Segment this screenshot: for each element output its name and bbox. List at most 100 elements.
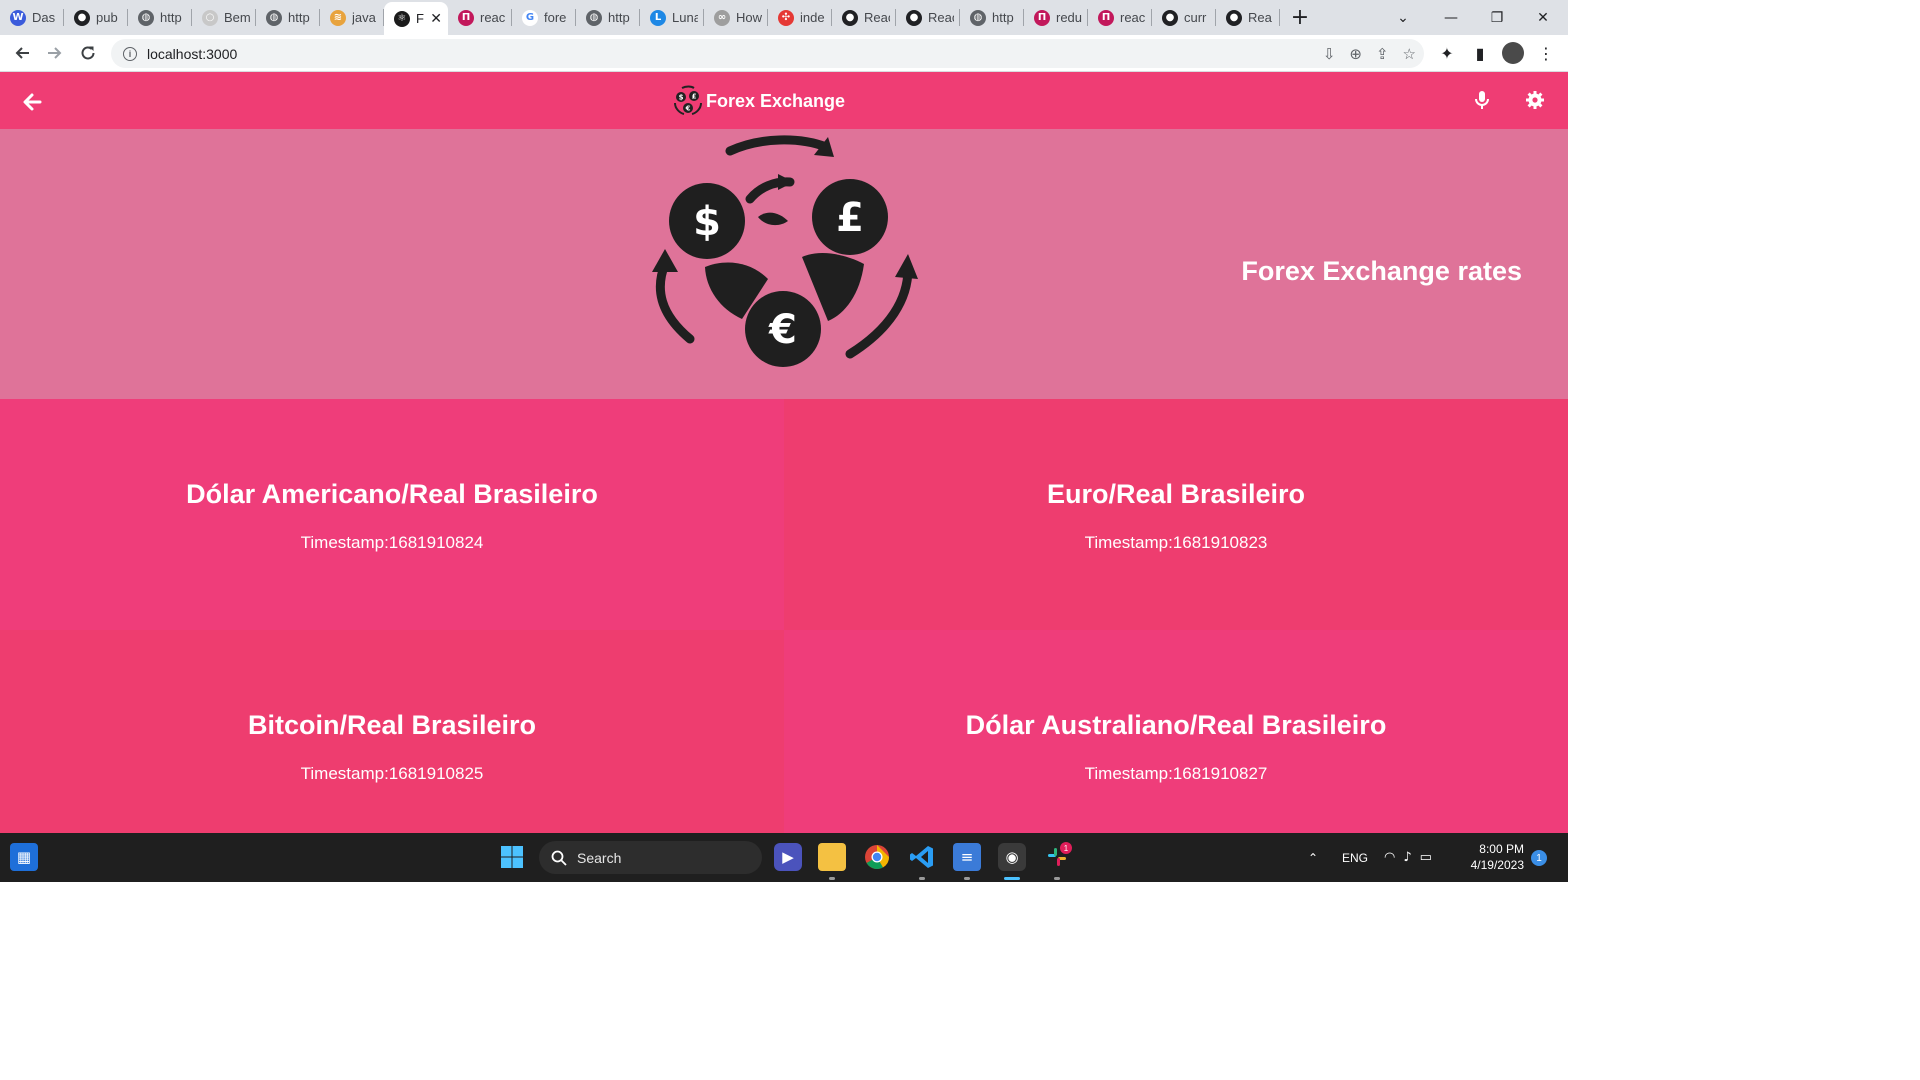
browser-tab[interactable]: ● Reac [832, 0, 896, 35]
currency-timestamp: Timestamp:1681910827 [1084, 764, 1268, 783]
browser-tab[interactable]: Πredu [1024, 0, 1088, 35]
chrome-logo-icon [865, 845, 889, 870]
clock-time: 8:00 PM [1479, 842, 1524, 856]
vscode-icon[interactable] [908, 843, 936, 871]
side-panel-icon[interactable]: ▮ [1465, 39, 1495, 68]
currency-card[interactable]: Bitcoin/Real Brasileiro Timestamp:168191… [0, 630, 784, 833]
chrome-dev-icon[interactable]: ◉ [998, 843, 1026, 871]
running-indicator [1054, 877, 1060, 880]
reload-button[interactable] [72, 37, 104, 69]
microphone-button[interactable] [1471, 89, 1493, 111]
svg-text:£: £ [836, 195, 864, 241]
tab-title: pub [96, 10, 118, 25]
browser-tab[interactable]: ● curr [1152, 0, 1216, 35]
browser-tab[interactable]: Πreac [1088, 0, 1152, 35]
browser-tab[interactable]: ◍ http [256, 0, 320, 35]
teams-icon[interactable]: ▶ [774, 843, 802, 871]
tab-title: http [288, 10, 310, 25]
browser-tab[interactable]: Πreac [448, 0, 512, 35]
tab-favicon-icon: ◍ [138, 9, 154, 26]
close-window-button[interactable]: ✕ [1520, 0, 1566, 35]
browser-menu-icon[interactable]: ⋮ [1531, 39, 1561, 68]
new-tab-button[interactable]: + [1284, 2, 1316, 34]
share-icon[interactable]: ⇪ [1376, 45, 1389, 63]
url-text[interactable]: localhost:3000 [147, 46, 237, 62]
tab-title: http [992, 10, 1014, 25]
browser-tab[interactable]: ⚛ F ✕ [384, 2, 448, 35]
system-tray[interactable]: ◠ ♪ ▭ [1384, 833, 1432, 882]
tab-favicon-icon: ◍ [586, 9, 602, 26]
close-tab-icon[interactable]: ✕ [430, 11, 442, 27]
browser-tab[interactable]: ≋ java [320, 0, 384, 35]
browser-tab[interactable]: ✣ inde [768, 0, 832, 35]
start-button[interactable] [498, 843, 526, 871]
tab-title: Reac [864, 10, 890, 25]
currency-card[interactable]: Euro/Real Brasileiro Timestamp:168191082… [784, 399, 1568, 630]
tab-title: Bem [224, 10, 250, 25]
arrow-left-icon [15, 47, 29, 59]
tab-title: reac [480, 10, 506, 25]
currency-card[interactable]: Dólar Australiano/Real Brasileiro Timest… [784, 630, 1568, 833]
browser-tab[interactable]: Gfore [512, 0, 576, 35]
clock[interactable]: 8:00 PM 4/19/2023 [1466, 841, 1524, 873]
svg-text:$: $ [693, 199, 721, 245]
settings-button[interactable] [1524, 89, 1546, 111]
windows-logo-icon [501, 846, 523, 868]
browser-tab[interactable]: ◍ http [576, 0, 640, 35]
clock-date: 4/19/2023 [1470, 858, 1524, 872]
tab-favicon-icon: ● [842, 9, 858, 26]
back-button[interactable] [20, 90, 44, 114]
tab-favicon-icon: Π [458, 9, 474, 26]
app-title: Forex Exchange [706, 90, 846, 111]
browser-tab[interactable]: L Luna [640, 0, 704, 35]
notification-badge[interactable]: 1 [1531, 850, 1547, 866]
app-header: $ £ € Forex Exchange [0, 72, 1568, 129]
hero-banner: $ £ € Forex Exchange rates [0, 129, 1568, 399]
tab-favicon-icon: ○ [202, 9, 218, 26]
install-app-icon[interactable]: ⇩ [1323, 45, 1336, 63]
notepad-icon[interactable]: ≡ [953, 843, 981, 871]
restore-button[interactable]: ❐ [1474, 0, 1520, 35]
widgets-icon[interactable]: ▦ [10, 843, 38, 871]
slack-badge: 1 [1060, 842, 1072, 854]
show-hidden-icons-button[interactable]: ⌃ [1308, 833, 1318, 882]
tab-search-button[interactable]: ⌄ [1380, 0, 1426, 35]
tab-favicon-icon: ● [1226, 9, 1242, 26]
zoom-icon[interactable]: ⊕ [1349, 45, 1362, 63]
tab-favicon-icon: ◍ [970, 9, 986, 26]
extensions-puzzle-icon[interactable]: ✦ [1432, 39, 1462, 68]
browser-tab[interactable]: W Das [0, 0, 64, 35]
profile-avatar[interactable] [1502, 42, 1524, 64]
file-explorer-icon[interactable] [818, 843, 846, 871]
browser-tab[interactable]: ● pub [64, 0, 128, 35]
currency-card[interactable]: Dólar Americano/Real Brasileiro Timestam… [0, 399, 784, 630]
language-indicator[interactable]: ENG [1342, 833, 1368, 882]
tab-title: curr [1184, 10, 1207, 25]
currency-pair-name: Dólar Australiano/Real Brasileiro [965, 710, 1387, 740]
chrome-icon[interactable] [863, 843, 891, 871]
browser-tab[interactable]: ◍ http [960, 0, 1024, 35]
browser-tab[interactable]: ● Rea [1216, 0, 1280, 35]
address-bar[interactable]: i localhost:3000 ⇩ ⊕ ⇪ ☆ [111, 39, 1424, 68]
tab-title: Rea [1248, 10, 1272, 25]
microphone-icon [1475, 91, 1489, 109]
tab-favicon-icon: ≋ [330, 9, 346, 26]
battery-icon: ▭ [1419, 850, 1432, 865]
browser-tab[interactable]: ○ Bem [192, 0, 256, 35]
svg-text:€: € [768, 307, 797, 353]
minimize-button[interactable]: — [1428, 0, 1474, 35]
tab-favicon-icon: ◍ [266, 9, 282, 26]
browser-back-button[interactable] [6, 37, 38, 69]
browser-tab[interactable]: ◍ http [128, 0, 192, 35]
site-info-icon[interactable]: i [123, 46, 137, 61]
browser-tab[interactable]: ● Reac [896, 0, 960, 35]
windows-taskbar: ▦ Search ▶ ≡ ◉ 1 ⌃ ENG ◠ ♪ ▭ 8:00 PM 4/1… [0, 833, 1568, 882]
bookmark-star-icon[interactable]: ☆ [1403, 45, 1416, 63]
browser-tab[interactable]: ∞ How [704, 0, 768, 35]
tab-title: Das [32, 10, 56, 25]
browser-forward-button[interactable] [39, 37, 71, 69]
brand-logo-icon: $ £ € [674, 85, 702, 115]
currency-pair-name: Bitcoin/Real Brasileiro [247, 710, 537, 740]
taskbar-search[interactable]: Search [539, 841, 762, 874]
currency-pair-name: Euro/Real Brasileiro [1046, 479, 1306, 509]
